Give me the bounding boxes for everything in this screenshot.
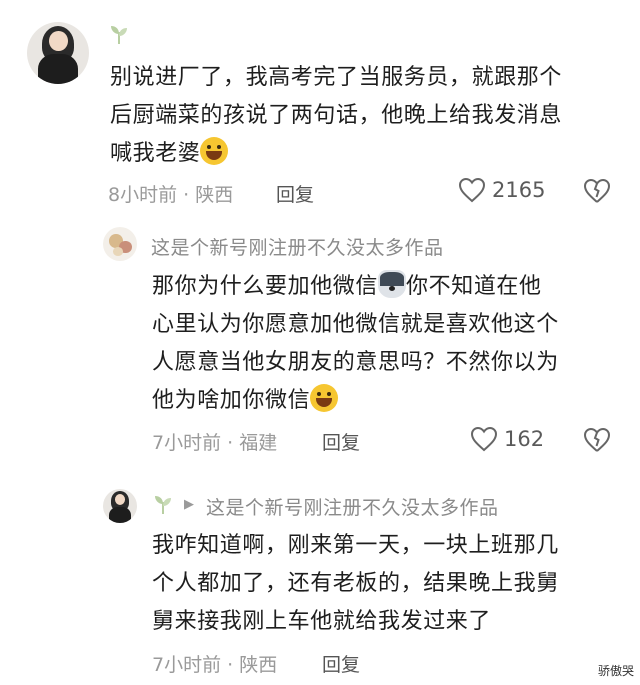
avatar-face xyxy=(49,30,68,51)
comment-line-text: 喊我老婆 xyxy=(110,141,201,166)
user-avatar[interactable] xyxy=(103,489,137,523)
username[interactable]: 这是个新号刚注册不久没太多作品 xyxy=(151,233,444,260)
comment-meta: 7小时前 · 陕西 xyxy=(152,650,277,677)
comment-body: 那你为什么要加他微信 你不知道在他 心里认为你愿意加他微信就是喜欢他这个 人愿意当… xyxy=(152,268,559,420)
meta-separator: · xyxy=(227,654,234,676)
comment-line: 舅来接我刚上车他就给我发过来了 xyxy=(152,609,492,634)
like-button[interactable]: 162 xyxy=(470,426,544,452)
comment-line: 人愿意当他女朋友的意思吗？不然你以为 xyxy=(152,350,559,375)
username[interactable]: 这是个新号刚注册不久没太多作品 xyxy=(206,493,499,520)
dislike-button[interactable] xyxy=(583,427,611,457)
comment-line: 那你为什么要加他微信 你不知道在他 xyxy=(152,268,559,306)
comment-time: 7小时前 xyxy=(152,654,222,676)
comment-body: 我咋知道啊，刚来第一天，一块上班那几 个人都加了，还有老板的，结果晚上我舅 舅来… xyxy=(152,527,559,641)
comment-time: 8小时前 xyxy=(108,184,178,206)
comment-line: 心里认为你愿意加他微信就是喜欢他这个 xyxy=(152,312,559,337)
watermark: 骄傲哭 xyxy=(597,664,634,678)
broken-heart-icon xyxy=(583,427,611,452)
comment-line: 他为啥加你微信 xyxy=(152,382,559,420)
sweat-smile-emoji-icon xyxy=(200,137,229,165)
comment-line-text: 那你为什么要加他微信 xyxy=(152,274,379,299)
reply-button[interactable]: 回复 xyxy=(322,428,360,455)
dislike-button[interactable] xyxy=(583,178,611,208)
user-avatar[interactable] xyxy=(103,227,137,261)
heart-icon xyxy=(458,177,486,203)
comment-meta: 7小时前 · 福建 xyxy=(152,428,277,455)
comment-location: 陕西 xyxy=(195,184,234,206)
reply-button[interactable]: 回复 xyxy=(276,180,314,207)
avatar-pattern xyxy=(113,246,124,256)
comment-body: 别说进厂了，我高考完了当服务员，就跟那个 后厨端菜的孩说了两句话，他晚上给我发消… xyxy=(110,59,562,173)
comment-time: 7小时前 xyxy=(152,432,222,454)
user-avatar[interactable] xyxy=(27,22,89,84)
comment-line: 我咋知道啊，刚来第一天，一块上班那几 xyxy=(152,533,559,558)
avatar-body xyxy=(109,506,131,523)
avatar-body xyxy=(38,54,78,84)
comment-location: 陕西 xyxy=(239,654,278,676)
sprout-badge-icon xyxy=(152,494,174,520)
comment-line-text: 他为啥加你微信 xyxy=(152,388,311,413)
comment-line: 别说进厂了，我高考完了当服务员，就跟那个 xyxy=(110,65,563,90)
comment-line-text: 你不知道在他 xyxy=(406,274,542,299)
heart-icon xyxy=(470,426,498,452)
sweat-smile-emoji-icon xyxy=(310,384,339,412)
comment-line: 喊我老婆 xyxy=(110,135,562,173)
comment-meta: 8小时前 · 陕西 xyxy=(108,180,233,207)
meta-separator: · xyxy=(227,432,234,454)
sprout-badge-icon xyxy=(108,24,130,50)
husky-emoji-icon xyxy=(378,270,407,298)
comment-line: 个人都加了，还有老板的，结果晚上我舅 xyxy=(152,571,559,596)
reply-button[interactable]: 回复 xyxy=(322,650,360,677)
broken-heart-icon xyxy=(583,178,611,203)
meta-separator: · xyxy=(183,184,190,206)
avatar-face xyxy=(115,493,126,505)
like-count: 2165 xyxy=(492,178,546,202)
like-button[interactable]: 2165 xyxy=(458,177,545,203)
comment-location: 福建 xyxy=(239,432,278,454)
like-count: 162 xyxy=(504,427,545,451)
reply-arrow-icon: ▶ xyxy=(184,497,194,512)
comment-line: 后厨端菜的孩说了两句话，他晚上给我发消息 xyxy=(110,103,563,128)
